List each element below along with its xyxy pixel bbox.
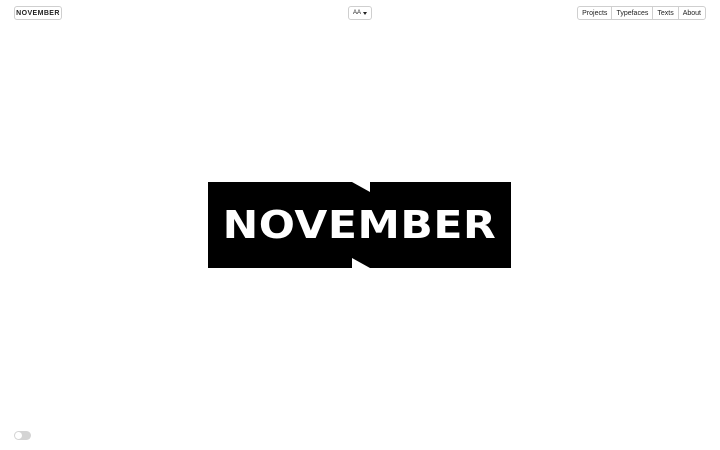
nav-item-projects[interactable]: Projects [578,7,611,19]
font-size-toggle[interactable]: AA [348,6,372,20]
nav-item-typefaces[interactable]: Typefaces [611,7,652,19]
page: NOVEMBER AA Projects Typefaces Texts Abo… [0,0,720,450]
nav-item-texts[interactable]: Texts [652,7,677,19]
caret-down-icon [363,11,367,15]
hero-wordmark-text: NOVEMBER [222,203,497,247]
toggle-knob-icon [15,432,22,439]
main-nav: Projects Typefaces Texts About [577,6,706,20]
logo-button[interactable]: NOVEMBER [14,6,62,20]
font-toggle-label: AA [352,10,361,16]
nav-item-about[interactable]: About [677,7,705,19]
theme-toggle-switch[interactable] [14,431,31,440]
hero-wordmark: NOVEMBER [208,182,511,268]
